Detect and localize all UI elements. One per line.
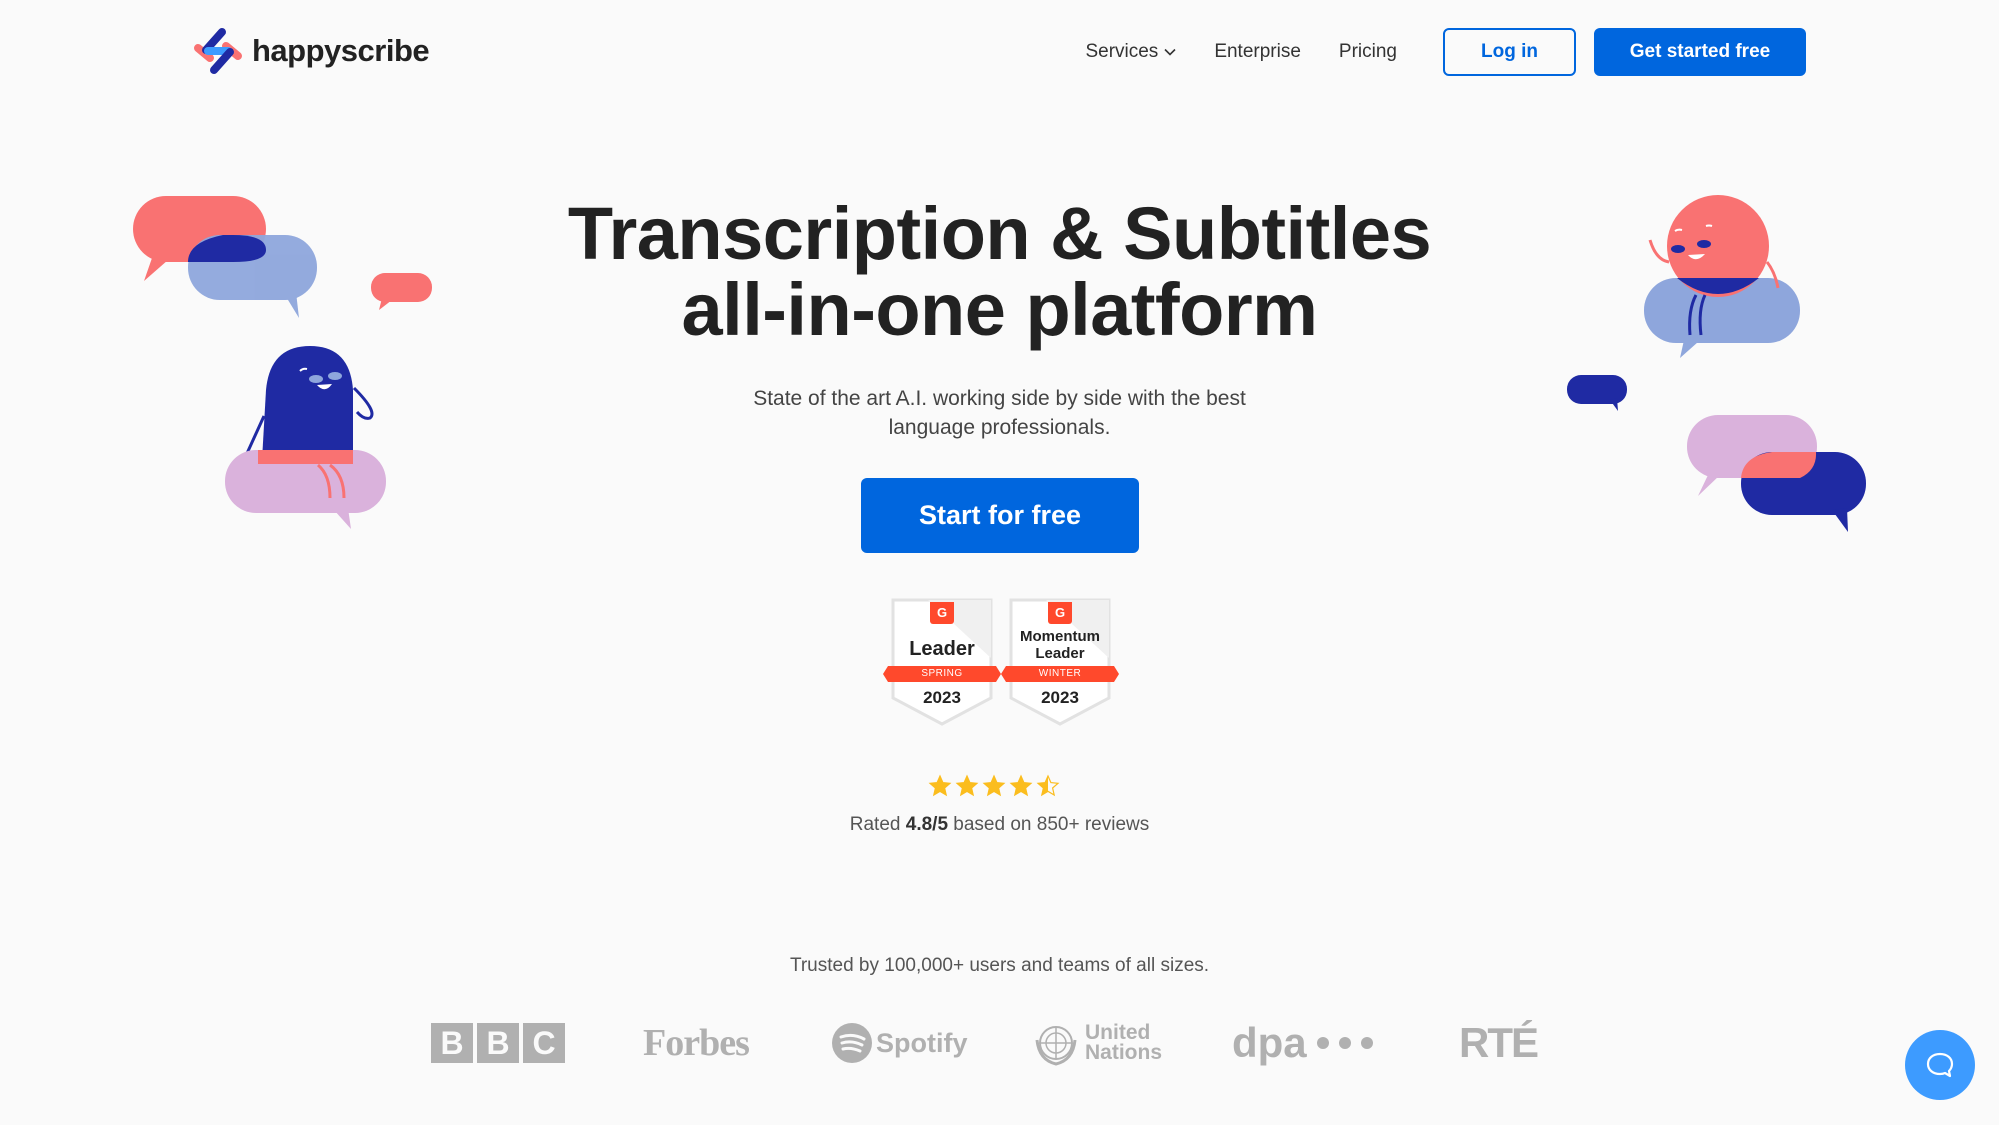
- chevron-down-icon: [1164, 48, 1176, 56]
- bbc-logo: B B C: [431, 1015, 565, 1071]
- spotify-logo: Spotify: [832, 1015, 968, 1071]
- badge-year: 2023: [923, 688, 961, 707]
- forbes-logo: Forbes: [643, 1022, 750, 1064]
- rating-score: 4.8/5: [905, 814, 949, 835]
- badge-title-line1: Momentum: [1020, 628, 1100, 645]
- dpa-dot: [1360, 1037, 1373, 1049]
- header: happyscribe Services Enterprise Pricing …: [0, 0, 1999, 104]
- hero-title-line1: Transcription & Subtitles: [567, 192, 1432, 275]
- chat-bubble-icon: [1926, 1052, 1954, 1078]
- customer-logos: B B C Forbes Spotify United Nations dpa …: [0, 1015, 1999, 1071]
- page: happyscribe Services Enterprise Pricing …: [0, 0, 1999, 1125]
- g2-logo-icon: G: [1048, 602, 1072, 624]
- nav-services-label: Services: [1085, 41, 1159, 62]
- dpa-text: dpa: [1232, 1019, 1307, 1066]
- bbc-letter: B: [477, 1023, 519, 1063]
- rating-stars: [928, 774, 1060, 798]
- badge-title: Leader: [909, 638, 975, 660]
- united-nations-logo: United Nations: [1033, 1015, 1162, 1071]
- dpa-dot: [1338, 1037, 1351, 1049]
- nav-enterprise[interactable]: Enterprise: [1214, 41, 1301, 63]
- star-full-icon: [1009, 774, 1033, 797]
- bbc-letter: C: [523, 1023, 565, 1063]
- character-bottom: [258, 450, 353, 464]
- hero-subtitle-line2: language professionals.: [888, 416, 1111, 439]
- badge-year: 2023: [1041, 688, 1079, 707]
- dpa-dot: [1316, 1037, 1329, 1049]
- trusted-by-text: Trusted by 100,000+ users and teams of a…: [789, 955, 1210, 976]
- un-text: United Nations: [1085, 1021, 1163, 1064]
- un-emblem-icon: [1035, 1026, 1077, 1066]
- rte-logo: RTÉ: [1459, 1019, 1539, 1066]
- nav-pricing[interactable]: Pricing: [1339, 41, 1397, 63]
- main-nav: Services Enterprise Pricing Log in Get s…: [1085, 28, 1806, 76]
- login-button[interactable]: Log in: [1443, 28, 1576, 76]
- hero-subtitle: State of the art A.I. working side by si…: [0, 384, 1999, 442]
- star-full-icon: [982, 774, 1006, 797]
- g2-logo-icon: G: [930, 602, 954, 624]
- star-full-icon: [928, 774, 952, 797]
- dpa-logo: dpa: [1232, 1015, 1373, 1071]
- hero-title: Transcription & Subtitles all-in-one pla…: [0, 196, 1999, 348]
- get-started-free-button[interactable]: Get started free: [1594, 28, 1806, 76]
- g2-badges: G Leader SPRING 2023 G Momentum Leader W…: [888, 598, 1114, 726]
- un-text-line2: Nations: [1085, 1041, 1163, 1064]
- spotify-text: Spotify: [876, 1027, 968, 1058]
- start-for-free-button[interactable]: Start for free: [861, 478, 1139, 553]
- badge-title-line2: Leader: [1035, 645, 1085, 662]
- badge-season: WINTER: [1001, 666, 1119, 682]
- g2-badge-momentum-leader[interactable]: G Momentum Leader WINTER 2023: [1006, 598, 1114, 726]
- hero-title-line2: all-in-one platform: [681, 268, 1318, 351]
- rating-prefix: Rated: [849, 814, 906, 835]
- rating-suffix: based on 850+ reviews: [948, 814, 1150, 835]
- logo-link[interactable]: happyscribe: [192, 26, 430, 76]
- rating-text: Rated 4.8/5 based on 850+ reviews: [0, 814, 1999, 836]
- g2-badge-leader[interactable]: G Leader SPRING 2023: [888, 598, 996, 726]
- logo-text: happyscribe: [252, 33, 430, 68]
- spotify-icon: [832, 1023, 872, 1063]
- star-half-icon: [1036, 774, 1060, 797]
- badge-season: SPRING: [883, 666, 1001, 682]
- bbc-letter: B: [431, 1023, 473, 1063]
- chat-widget-button[interactable]: [1905, 1030, 1975, 1100]
- un-text-line1: United: [1085, 1021, 1151, 1044]
- star-full-icon: [955, 774, 979, 797]
- hero-subtitle-line1: State of the art A.I. working side by si…: [753, 387, 1246, 410]
- happyscribe-logo-icon: [194, 28, 242, 74]
- nav-services[interactable]: Services: [1085, 41, 1176, 63]
